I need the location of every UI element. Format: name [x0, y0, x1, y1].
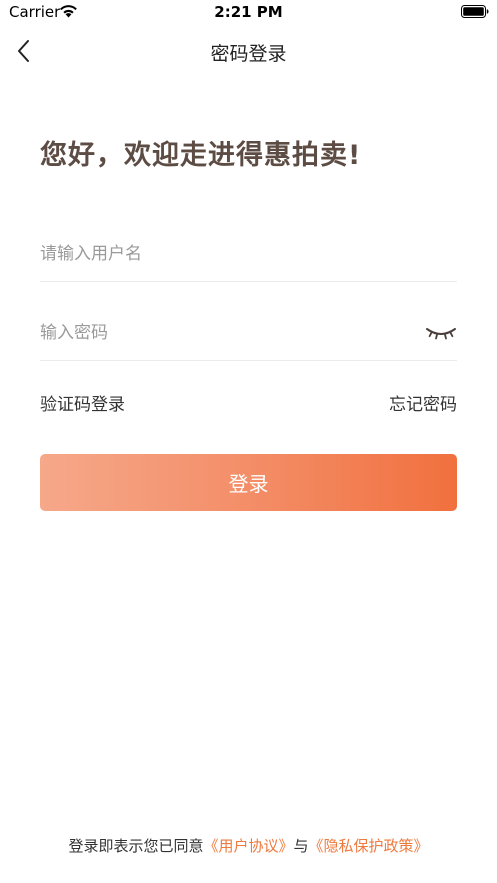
username-field-row: [40, 228, 457, 282]
status-time: 2:21 PM: [214, 3, 283, 21]
status-bar: Carrier 2:21 PM: [0, 0, 497, 26]
username-input[interactable]: [40, 236, 410, 272]
login-button[interactable]: 登录: [40, 454, 457, 511]
forgot-password-link[interactable]: 忘记密码: [389, 390, 457, 415]
agreement-connector: 与: [293, 837, 309, 855]
page-title: 密码登录: [210, 43, 287, 65]
welcome-heading: 您好，欢迎走进得惠拍卖!: [40, 140, 362, 171]
nav-bar: 密码登录: [0, 26, 497, 76]
battery-icon: [461, 5, 489, 18]
login-screen: Carrier 2:21 PM 密码登录 您好，欢迎走进得惠拍卖! 请输入用户名…: [0, 0, 497, 883]
user-agreement-link[interactable]: 《用户协议》: [203, 837, 293, 855]
agreement-text: 登录即表示您已同意《用户协议》与《隐私保护政策》: [0, 835, 497, 856]
password-field-row: [40, 307, 457, 361]
eye-closed-icon[interactable]: [425, 324, 457, 342]
agreement-prefix: 登录即表示您已同意: [68, 837, 204, 855]
password-input[interactable]: [40, 315, 410, 351]
privacy-policy-link[interactable]: 《隐私保护政策》: [309, 837, 429, 855]
sms-code-login-link[interactable]: 验证码登录: [40, 390, 125, 415]
